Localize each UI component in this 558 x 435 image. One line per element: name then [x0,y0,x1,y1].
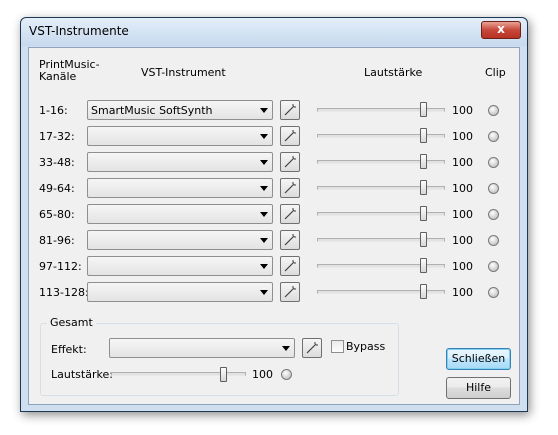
instrument-select[interactable] [87,282,273,302]
channel-range-label: 49-64: [39,182,75,195]
header-clip: Clip [485,66,506,79]
volume-value: 100 [452,234,473,247]
wand-icon [306,342,318,354]
wand-icon [284,182,296,194]
wand-icon [284,234,296,246]
chevron-down-icon [260,160,268,165]
clip-led-icon [488,261,499,272]
volume-slider-thumb[interactable] [420,258,427,273]
help-button[interactable]: Hilfe [446,377,511,399]
wand-icon [284,130,296,142]
instrument-select[interactable]: SmartMusic SoftSynth [87,100,273,120]
volume-slider-thumb[interactable] [420,180,427,195]
master-volume-label: Lautstärke: [51,368,113,381]
header-channels: PrintMusic- Kanäle [39,58,100,83]
bypass-label[interactable]: Bypass [346,340,385,353]
instrument-select[interactable] [87,126,273,146]
instrument-edit-button[interactable] [280,204,300,224]
instrument-select[interactable] [87,204,273,224]
channel-range-label: 33-48: [39,156,75,169]
volume-value: 100 [452,130,473,143]
header-volume: Lautstärke [364,66,423,79]
instrument-select[interactable] [87,178,273,198]
instrument-select[interactable] [87,230,273,250]
volume-slider-thumb[interactable] [420,206,427,221]
instrument-edit-button[interactable] [280,230,300,250]
master-clip-led-icon [281,369,292,380]
instrument-edit-button[interactable] [280,256,300,276]
volume-value: 100 [452,182,473,195]
chevron-down-icon [260,238,268,243]
effect-label: Effekt: [51,343,87,356]
wand-icon [284,286,296,298]
volume-value: 100 [452,208,473,221]
clip-led-icon [488,209,499,220]
instrument-edit-button[interactable] [280,152,300,172]
window-title: VST-Instrumente [29,24,129,38]
bypass-checkbox[interactable] [331,340,344,353]
instrument-select[interactable] [87,256,273,276]
window-close-button[interactable]: x [481,21,521,39]
wand-icon [284,208,296,220]
volume-value: 100 [452,286,473,299]
volume-value: 100 [452,260,473,273]
chevron-down-icon [260,290,268,295]
volume-slider-thumb[interactable] [420,102,427,117]
instrument-edit-button[interactable] [280,178,300,198]
instrument-edit-button[interactable] [280,100,300,120]
close-button[interactable]: Schließen [446,348,511,370]
volume-value: 100 [452,104,473,117]
header-instrument: VST-Instrument [141,66,226,79]
clip-led-icon [488,183,499,194]
volume-slider-thumb[interactable] [420,232,427,247]
master-volume-value: 100 [252,368,273,381]
clip-led-icon [488,235,499,246]
chevron-down-icon [260,108,268,113]
master-group-title: Gesamt [47,316,96,329]
volume-slider-thumb[interactable] [420,154,427,169]
channel-range-label: 17-32: [39,130,75,143]
chevron-down-icon [260,212,268,217]
wand-icon [284,156,296,168]
channel-range-label: 113-128: [39,286,89,299]
chevron-down-icon [260,186,268,191]
instrument-select[interactable] [87,152,273,172]
clip-led-icon [488,287,499,298]
volume-value: 100 [452,156,473,169]
dialog-client: PrintMusic- Kanäle VST-Instrument Lautst… [28,47,520,405]
effect-select[interactable] [109,338,295,358]
wand-icon [284,104,296,116]
vst-instruments-dialog: VST-Instrumente x PrintMusic- Kanäle VST… [20,17,528,412]
channel-range-label: 81-96: [39,234,75,247]
volume-slider-thumb[interactable] [420,284,427,299]
channel-range-label: 1-16: [39,104,68,117]
master-group [40,323,399,396]
volume-slider-thumb[interactable] [420,128,427,143]
wand-icon [284,260,296,272]
master-volume-thumb[interactable] [220,367,227,382]
title-bar[interactable]: VST-Instrumente x [21,18,527,46]
instrument-select-value: SmartMusic SoftSynth [91,104,213,117]
instrument-edit-button[interactable] [280,126,300,146]
channel-range-label: 97-112: [39,260,82,273]
instrument-edit-button[interactable] [280,282,300,302]
clip-led-icon [488,157,499,168]
channel-range-label: 65-80: [39,208,75,221]
chevron-down-icon [260,264,268,269]
effect-edit-button[interactable] [302,338,322,358]
chevron-down-icon [260,134,268,139]
chevron-down-icon [282,346,290,351]
clip-led-icon [488,131,499,142]
clip-led-icon [488,105,499,116]
